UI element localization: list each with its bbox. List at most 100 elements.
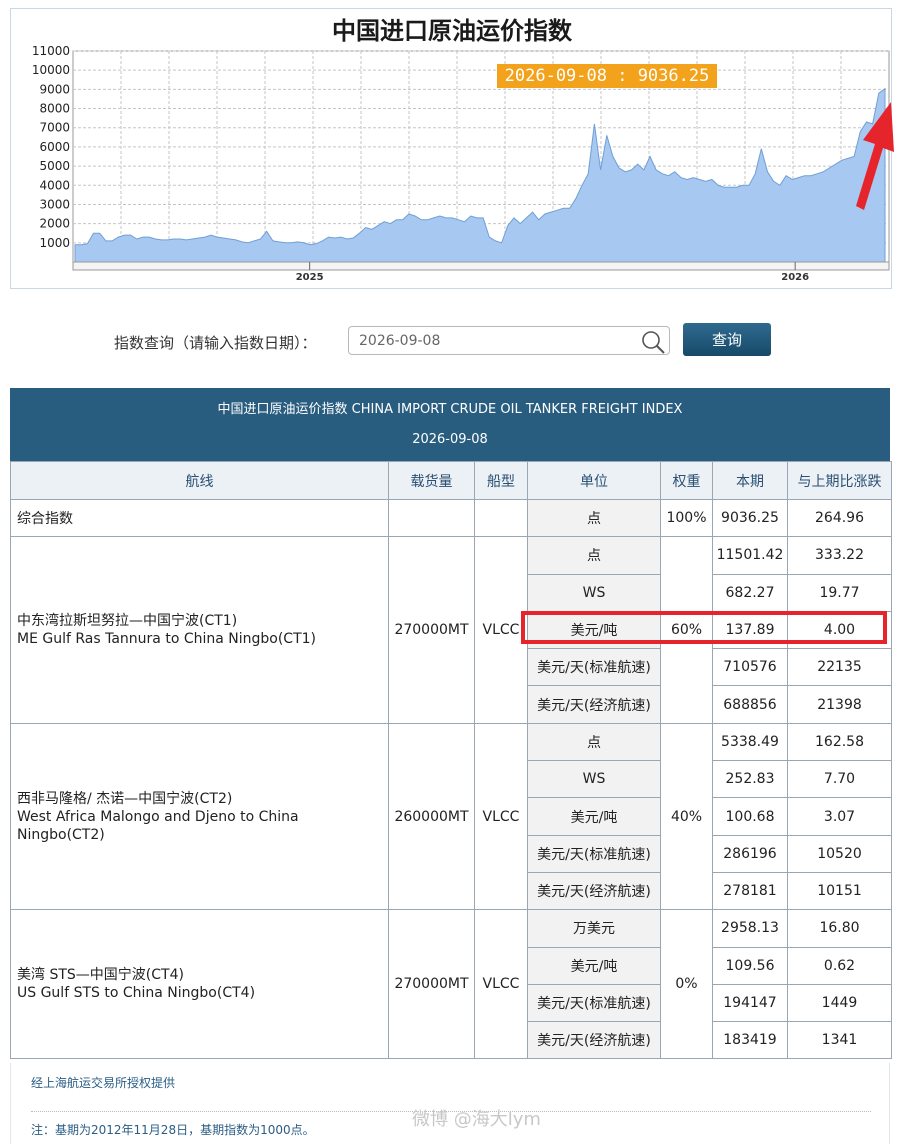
ship-cell: VLCC: [474, 722, 528, 911]
watermark: 微博 @海大lym: [412, 1109, 541, 1130]
change-cell: 4.00: [787, 610, 892, 650]
query-row: 指数查询（请输入指数日期）： 查询: [0, 320, 904, 360]
cargo-cell: 260000MT: [388, 722, 475, 911]
note-text: 注：基期为2012年11月28日，基期指数为1000点。: [31, 1123, 315, 1137]
weight-cell: 40%: [660, 722, 713, 911]
red-arrow-annotation: [856, 102, 894, 210]
footer: 经上海航运交易所授权提供 注：基期为2012年11月28日，基期指数为1000点…: [10, 1063, 890, 1144]
ship-cell: VLCC: [474, 536, 528, 724]
cell: [388, 498, 475, 538]
route-cell: 西非马隆格/ 杰诺—中国宁波(CT2) West Africa Malongo a…: [10, 722, 389, 911]
change-cell: 21398: [787, 685, 892, 724]
date-input[interactable]: [348, 326, 670, 355]
current-cell: 137.89: [712, 610, 788, 650]
freight-table: 航线 载货量 船型 单位 权重 本期 与上期比涨跌 综合指数 点 100% 90…: [10, 461, 892, 1060]
change-cell: 1449: [787, 983, 892, 1023]
table-row: 西非马隆格/ 杰诺—中国宁波(CT2) West Africa Malongo a…: [10, 722, 892, 911]
unit-cell: 美元/天(经济航速): [527, 685, 661, 724]
x-axis-strip: [72, 261, 890, 271]
table-date: 2026-09-08: [412, 432, 488, 447]
unit-cell: 美元/天(标准航速): [527, 648, 661, 687]
source-text: 经上海航运交易所授权提供: [31, 1076, 176, 1090]
current-cell: 11501.42: [712, 536, 788, 575]
change-cell: 0.62: [787, 946, 892, 985]
cell: [474, 498, 528, 538]
unit-cell: 美元/天(经济航速): [527, 1021, 661, 1060]
unit-cell: 万美元: [527, 909, 661, 948]
route-cell: 中东湾拉斯坦努拉—中国宁波(CT1) ME Gulf Ras Tannura to…: [10, 536, 389, 724]
change-cell: 7.70: [787, 760, 892, 799]
current-cell: 109.56: [712, 946, 788, 985]
change-cell: 1341: [787, 1021, 892, 1060]
change-cell: 3.07: [787, 797, 892, 836]
col-ship: 船型: [474, 461, 528, 500]
route-name-en: West Africa Malongo and Djeno to China N…: [17, 808, 299, 843]
current-cell: 194147: [712, 983, 788, 1023]
current-cell: 183419: [712, 1021, 788, 1060]
route-name-en: US Gulf STS to China Ningbo(CT4): [17, 985, 256, 1002]
y-tick-label: 11000: [32, 44, 70, 58]
chart-tooltip: 2026-09-08 : 9036.25: [497, 64, 717, 88]
current-cell: 2958.13: [712, 909, 788, 948]
table-header-row: 航线 载货量 船型 单位 权重 本期 与上期比涨跌: [10, 461, 892, 500]
y-tick-label: 6000: [39, 140, 70, 154]
y-tick-label: 7000: [39, 121, 70, 135]
weight-cell: 60%: [660, 536, 713, 724]
chart-panel: 1000 2000 3000 4000 5000 6000 7000 8000 9000 1000…: [10, 8, 892, 289]
y-tick-label: 9000: [39, 82, 70, 96]
cargo-cell: 270000MT: [388, 909, 475, 1060]
change-cell: 333.22: [787, 536, 892, 575]
y-tick-label: 2000: [39, 217, 70, 231]
unit-cell: 美元/吨: [527, 946, 661, 985]
table-header: 中国进口原油运价指数 CHINA IMPORT CRUDE OIL TANKER…: [10, 388, 890, 461]
change-cell: 162.58: [787, 722, 892, 762]
current-cell: 710576: [712, 648, 788, 687]
change-cell: 264.96: [787, 498, 892, 538]
table-row: 中东湾拉斯坦努拉—中国宁波(CT1) ME Gulf Ras Tannura to…: [10, 536, 892, 724]
query-button[interactable]: 查询: [683, 323, 771, 356]
current-cell: 252.83: [712, 760, 788, 799]
query-label: 指数查询（请输入指数日期）：: [114, 334, 317, 352]
y-tick-label: 5000: [39, 159, 70, 173]
y-tick-label: 3000: [39, 197, 70, 211]
change-cell: 10151: [787, 871, 892, 911]
unit-cell: 美元/天(标准航速): [527, 983, 661, 1023]
search-icon[interactable]: [641, 330, 665, 354]
unit-cell: 美元/吨: [527, 797, 661, 836]
ship-cell: VLCC: [474, 909, 528, 1060]
current-cell: 5338.49: [712, 722, 788, 762]
col-change: 与上期比涨跌: [787, 461, 892, 500]
composite-name: 综合指数: [10, 498, 389, 538]
index-chart: 1000 2000 3000 4000 5000 6000 7000 8000 9000 1000…: [32, 44, 890, 283]
table-title: 中国进口原油运价指数 CHINA IMPORT CRUDE OIL TANKER…: [217, 402, 683, 417]
route-name-cn: 西非马隆格/ 杰诺—中国宁波(CT2): [17, 790, 233, 807]
y-tick-label: 1000: [39, 236, 70, 250]
unit-cell: 美元/吨: [527, 610, 661, 650]
unit-cell: WS: [527, 760, 661, 799]
unit-cell: 点: [527, 536, 661, 575]
change-cell: 10520: [787, 834, 892, 873]
y-tick-label: 10000: [32, 63, 70, 77]
table-row: 美湾 STS—中国宁波(CT4) US Gulf STS to China Nin…: [10, 909, 892, 1060]
col-cargo: 载货量: [388, 461, 475, 500]
unit-cell: 美元/天(标准航速): [527, 834, 661, 873]
weight-cell: 100%: [660, 498, 713, 538]
change-cell: 16.80: [787, 909, 892, 948]
current-cell: 286196: [712, 834, 788, 873]
route-cell: 美湾 STS—中国宁波(CT4) US Gulf STS to China Nin…: [10, 909, 389, 1060]
col-current: 本期: [712, 461, 788, 500]
col-unit: 单位: [527, 461, 661, 500]
unit-cell: 美元/天(经济航速): [527, 871, 661, 911]
x-tick-label: 2026: [781, 272, 809, 283]
current-cell: 688856: [712, 685, 788, 724]
current-cell: 278181: [712, 871, 788, 911]
col-route: 航线: [10, 461, 389, 500]
change-cell: 19.77: [787, 573, 892, 612]
cargo-cell: 270000MT: [388, 536, 475, 724]
route-name-cn: 美湾 STS—中国宁波(CT4): [17, 967, 184, 984]
chart-title: 中国进口原油运价指数: [332, 16, 572, 45]
current-cell: 9036.25: [712, 498, 788, 538]
unit-cell: 点: [527, 722, 661, 762]
x-tick-label: 2025: [296, 272, 324, 283]
route-name-cn: 中东湾拉斯坦努拉—中国宁波(CT1): [17, 613, 238, 630]
